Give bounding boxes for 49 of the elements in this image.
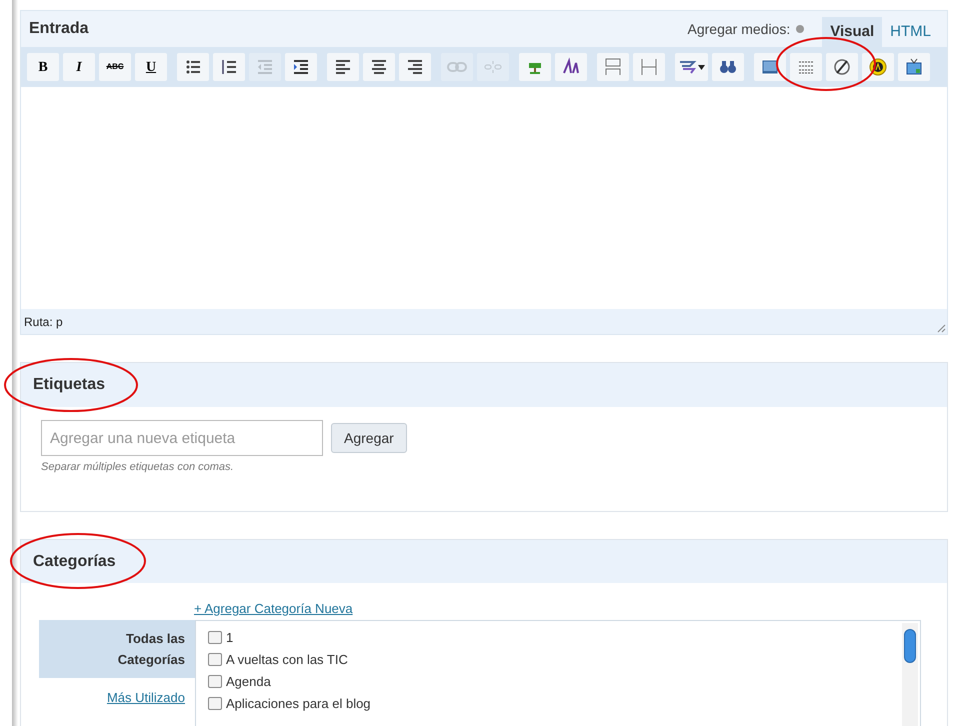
indent-icon — [291, 57, 311, 77]
checkbox[interactable] — [208, 675, 222, 688]
checkbox[interactable] — [208, 631, 222, 644]
category-tab[interactable]: Todas las Categorías — [39, 620, 195, 678]
split-icon — [639, 57, 659, 77]
toolbar-button[interactable] — [177, 53, 209, 81]
category-label: 1 — [226, 629, 234, 646]
category-label: A vueltas con las TIC — [226, 651, 348, 668]
add-category-link[interactable]: + Agregar Categoría Nueva — [194, 601, 353, 616]
toolbar-button[interactable] — [555, 53, 587, 81]
format-button[interactable]: I — [63, 53, 95, 81]
section-title: Entrada — [29, 19, 89, 39]
editor-tab[interactable]: Visual — [822, 17, 882, 47]
section-title: Etiquetas — [33, 375, 106, 395]
split-icon — [603, 57, 623, 77]
tag-input[interactable]: Agregar una nueva etiqueta — [41, 420, 323, 456]
editor-tab[interactable]: HTML — [882, 17, 939, 47]
toolbar-button[interactable] — [363, 53, 395, 81]
outdent-icon — [255, 57, 275, 77]
format-button[interactable]: ABC — [99, 53, 131, 81]
format-button[interactable]: U — [135, 53, 167, 81]
scrollbar[interactable] — [902, 623, 918, 726]
media-label: Agregar medios: — [688, 20, 790, 39]
checkbox[interactable] — [208, 653, 222, 666]
section-title: Categorías — [33, 552, 116, 572]
caret-icon — [698, 64, 705, 70]
toolbar-button[interactable] — [898, 53, 930, 81]
align-center-icon — [369, 57, 389, 77]
category-tab[interactable]: Más Utilizado — [39, 678, 195, 718]
category-label: Agenda — [226, 673, 271, 690]
checkbox[interactable] — [208, 697, 222, 710]
badge-icon — [868, 57, 888, 77]
category-label: Aplicaciones para el blog — [226, 695, 371, 712]
toolbar-button[interactable] — [213, 53, 245, 81]
toolbar-button[interactable] — [826, 53, 858, 81]
tag-hint: Separar múltiples etiquetas con comas. — [40, 460, 235, 475]
resize-handle-icon[interactable] — [937, 324, 946, 333]
toolbar-button[interactable] — [790, 53, 822, 81]
format-button[interactable]: B — [27, 53, 59, 81]
toolbar-button[interactable] — [712, 53, 744, 81]
toolbar-button[interactable] — [327, 53, 359, 81]
toolbar-button[interactable] — [862, 53, 894, 81]
toolbar-button[interactable] — [399, 53, 431, 81]
tv-icon — [904, 57, 924, 77]
align-right-icon — [405, 57, 425, 77]
align-left-icon — [333, 57, 353, 77]
path-label: Ruta: p — [24, 314, 63, 330]
add-tag-button[interactable]: Agregar — [331, 423, 407, 453]
toolbar-button[interactable] — [285, 53, 317, 81]
